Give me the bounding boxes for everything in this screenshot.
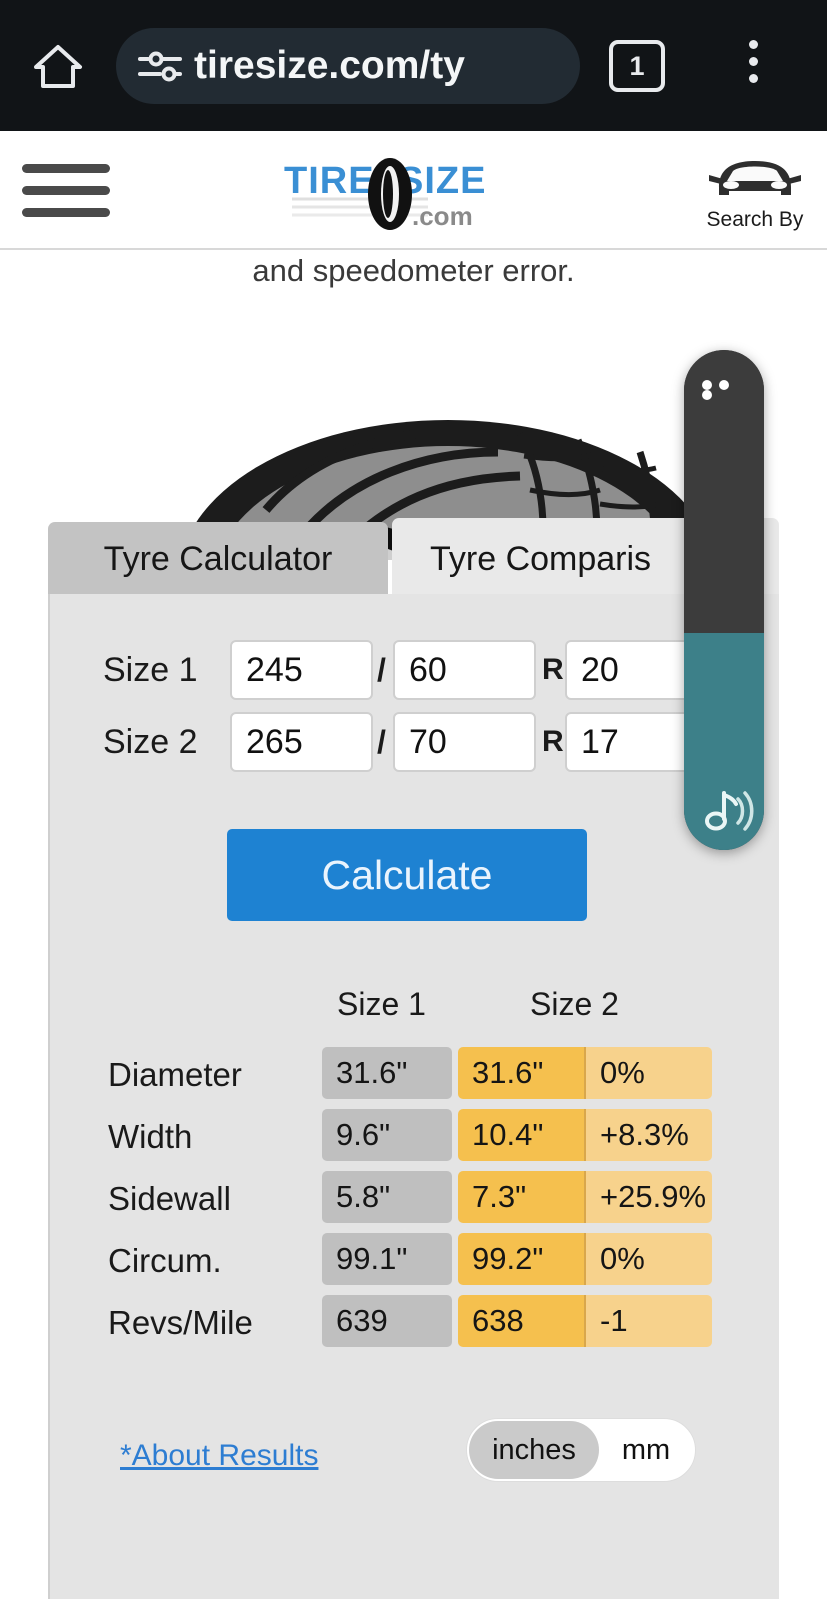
- result-size2-value: 99.2": [458, 1233, 584, 1285]
- result-difference-value: +25.9%: [584, 1171, 712, 1223]
- result-size1-value: 5.8": [322, 1171, 452, 1223]
- result-label: Width: [108, 1118, 193, 1155]
- calculate-button[interactable]: Calculate: [227, 829, 587, 921]
- tab-tyre-calculator[interactable]: Tyre Calculator: [48, 522, 388, 596]
- size2-slash-separator: /: [377, 724, 386, 760]
- size1-input-row: Size 1 245 / 60 R 20: [50, 634, 781, 706]
- search-by-label: Search By: [706, 208, 804, 231]
- intro-text: and speedometer error.: [252, 253, 575, 288]
- result-difference-value: -1: [584, 1295, 712, 1347]
- size1-label: Size 1: [103, 651, 198, 689]
- result-size1-value: 99.1": [322, 1233, 452, 1285]
- size2-r-label: R: [542, 725, 564, 758]
- size2-ratio-input[interactable]: 70: [393, 712, 536, 772]
- size1-ratio-input[interactable]: 60: [393, 640, 536, 700]
- url-text[interactable]: tiresize.com/ty: [194, 28, 574, 104]
- size2-width-input[interactable]: 265: [230, 712, 373, 772]
- svg-text:TIRE: TIRE: [284, 160, 375, 202]
- size2-label: Size 2: [103, 723, 198, 761]
- result-size1-value: 31.6": [322, 1047, 452, 1099]
- size2-input-row: Size 2 265 / 70 R 17: [50, 706, 781, 778]
- browser-chrome: tiresize.com/ty 1: [0, 0, 827, 131]
- floating-audio-widget[interactable]: [684, 350, 764, 850]
- result-difference-value: 0%: [584, 1233, 712, 1285]
- result-label: Diameter: [108, 1056, 242, 1093]
- size1-slash-separator: /: [377, 652, 386, 688]
- result-label: Revs/Mile: [108, 1304, 253, 1341]
- address-bar[interactable]: tiresize.com/ty: [116, 28, 580, 104]
- result-row-circumference: Circum. 99.1" 99.2" 0%: [50, 1230, 781, 1292]
- result-size2-value: 10.4": [458, 1109, 584, 1161]
- widget-bottom-section[interactable]: [684, 633, 764, 850]
- music-note-sound-icon[interactable]: [698, 785, 754, 837]
- hamburger-menu-icon[interactable]: [22, 164, 110, 217]
- unit-toggle[interactable]: inches mm: [467, 1419, 695, 1481]
- unit-option-mm[interactable]: mm: [599, 1421, 693, 1479]
- more-dots-icon[interactable]: [702, 380, 746, 400]
- result-difference-value: 0%: [584, 1047, 712, 1099]
- result-size2-value: 638: [458, 1295, 584, 1347]
- result-row-width: Width 9.6" 10.4" +8.3%: [50, 1106, 781, 1168]
- result-size2-value: 31.6": [458, 1047, 584, 1099]
- kebab-menu-icon[interactable]: [740, 40, 766, 92]
- svg-text:.com: .com: [412, 201, 473, 231]
- home-icon[interactable]: [32, 42, 84, 90]
- tyre-comparison-panel: Size 1 245 / 60 R 20 Size 2 265 / 70 R 1…: [48, 594, 779, 1599]
- car-front-icon: [709, 161, 801, 195]
- result-size2-value: 7.3": [458, 1171, 584, 1223]
- size1-r-label: R: [542, 653, 564, 686]
- result-label: Sidewall: [108, 1180, 231, 1217]
- tab-counter-button[interactable]: 1: [609, 40, 665, 92]
- result-size1-value: 639: [322, 1295, 452, 1347]
- unit-option-inches[interactable]: inches: [469, 1421, 599, 1479]
- site-header: TIRE SIZE .com Search By: [0, 131, 827, 250]
- results-header-size1: Size 1: [337, 986, 426, 1022]
- search-by-vehicle-button[interactable]: Search By: [700, 151, 810, 232]
- size1-width-input[interactable]: 245: [230, 640, 373, 700]
- result-row-revs-per-mile: Revs/Mile 639 638 -1: [50, 1292, 781, 1354]
- widget-top-section: [684, 350, 764, 633]
- result-size1-value: 9.6": [322, 1109, 452, 1161]
- screen: tiresize.com/ty 1 TIRE SIZE .com Search …: [0, 0, 827, 1599]
- result-label: Circum.: [108, 1242, 222, 1279]
- result-row-sidewall: Sidewall 5.8" 7.3" +25.9%: [50, 1168, 781, 1230]
- result-difference-value: +8.3%: [584, 1109, 712, 1161]
- calculator-tabs: Tyre Calculator Tyre Comparis: [48, 518, 779, 596]
- results-header-size2: Size 2: [530, 986, 619, 1022]
- site-logo[interactable]: TIRE SIZE .com: [278, 153, 528, 231]
- results-header-row: Size 1 Size 2: [50, 986, 781, 1034]
- result-row-diameter: Diameter 31.6" 31.6" 0%: [50, 1044, 781, 1106]
- about-results-link[interactable]: *About Results: [120, 1439, 318, 1473]
- tune-sliders-icon[interactable]: [136, 50, 184, 82]
